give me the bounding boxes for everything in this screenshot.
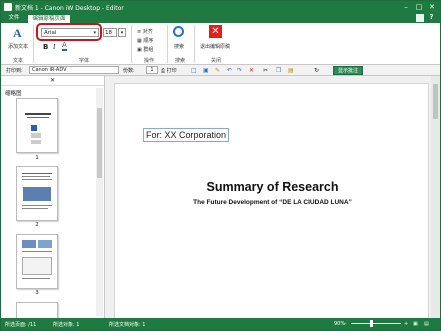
zoom-out-icon[interactable]: – bbox=[344, 321, 347, 327]
exit-icon[interactable]: ✕ bbox=[209, 25, 222, 38]
delete-icon[interactable]: ✕ bbox=[249, 67, 254, 74]
settings-icon[interactable] bbox=[416, 14, 424, 22]
status-pages: 所选页面: /11 bbox=[5, 322, 37, 328]
print-button[interactable]: ⎙ 打印 bbox=[161, 67, 177, 74]
copy-icon[interactable]: ❐ bbox=[276, 67, 281, 74]
window-title: 新文档 1 - Canon iW Desktop - Editor bbox=[15, 5, 124, 12]
group-label-close: 关闭 bbox=[211, 58, 222, 64]
divider bbox=[131, 25, 132, 63]
status-document-objects: 所选文档对象: 1 bbox=[109, 322, 146, 328]
zoom-slider-handle[interactable] bbox=[370, 320, 373, 327]
exit-edit-button[interactable]: 退出编辑原稿 bbox=[200, 43, 230, 50]
font-color-icon[interactable]: A bbox=[62, 42, 67, 51]
scroll-thumb[interactable] bbox=[97, 108, 102, 178]
app-window: 新文档 1 - Canon iW Desktop - Editor – □ ✕ … bbox=[0, 0, 441, 331]
document-page: For: XX Corporation Summary of Research … bbox=[114, 83, 429, 323]
add-text-button[interactable]: 添加文本 bbox=[8, 43, 28, 50]
page-number: 2 bbox=[35, 222, 39, 228]
import-icon[interactable]: □ bbox=[191, 67, 197, 74]
align-button[interactable]: ≡ 对齐 bbox=[137, 28, 153, 35]
edit-icon[interactable]: ✎ bbox=[215, 67, 220, 74]
thumbnail-page-4[interactable] bbox=[16, 302, 58, 318]
search-icon[interactable] bbox=[173, 26, 184, 37]
close-button[interactable]: ✕ bbox=[426, 2, 438, 12]
bold-icon[interactable]: B bbox=[43, 43, 48, 51]
page-number: 3 bbox=[35, 290, 39, 296]
minimize-button[interactable]: – bbox=[400, 2, 412, 12]
title-bar: 新文档 1 - Canon iW Desktop - Editor – □ ✕ bbox=[1, 1, 440, 13]
copies-label: 份数: bbox=[123, 68, 135, 74]
ribbon-tab-bar: 文件 编辑原稿页面 ? bbox=[1, 13, 440, 23]
close-pane-icon[interactable]: ✕ bbox=[50, 77, 55, 84]
help-icon[interactable]: ? bbox=[427, 13, 436, 22]
document-scrollbar[interactable] bbox=[431, 76, 440, 318]
font-size-input[interactable]: 18 bbox=[103, 28, 117, 37]
status-bar: 所选页面: /11 所选对象: 1 所选文档对象: 1 90% – + ▣ ▤ bbox=[1, 318, 440, 330]
maximize-button[interactable]: □ bbox=[413, 2, 425, 12]
zoom-slider[interactable] bbox=[351, 323, 401, 324]
show-note-button[interactable]: 显示批注 bbox=[333, 66, 363, 75]
group-label-operate: 操作 bbox=[144, 58, 155, 64]
app-icon bbox=[4, 3, 12, 11]
group-button[interactable]: ▣ 群组 bbox=[137, 46, 153, 53]
printer-select[interactable]: Canon iR-ADV bbox=[29, 66, 119, 74]
status-selected: 所选对象: 1 bbox=[53, 322, 80, 328]
rotate-icon[interactable]: ↻ bbox=[314, 67, 319, 74]
cut-icon[interactable]: ✂ bbox=[263, 67, 268, 74]
quick-toolbar: 打印到: Canon iR-ADV 份数: 1 ⎙ 打印 □ ▣ ✎ ↶ ↷ ✕… bbox=[1, 65, 440, 76]
search-button[interactable]: 搜索 bbox=[174, 43, 184, 50]
italic-icon[interactable]: I bbox=[53, 43, 55, 51]
group-label-search: 搜索 bbox=[175, 58, 186, 64]
copies-input[interactable]: 1 bbox=[146, 66, 158, 74]
undo-icon[interactable]: ↶ bbox=[227, 67, 232, 74]
thumbnail-pane: ✕ 缩略图 1 2 3 bbox=[1, 76, 105, 318]
page-number: 1 bbox=[35, 155, 39, 161]
ribbon: A 添加文本 Arial ▾ 18 ▾ B I A ≡ 对齐 ▦ 顺序 ▣ 群组 … bbox=[1, 23, 440, 65]
divider bbox=[167, 25, 168, 63]
tab-file[interactable]: 文件 bbox=[5, 14, 23, 23]
redo-icon[interactable]: ↷ bbox=[237, 67, 242, 74]
thumbnail-page-1[interactable] bbox=[16, 98, 58, 153]
scroll-thumb[interactable] bbox=[433, 84, 438, 119]
fit-page-icon[interactable]: ▣ bbox=[413, 321, 418, 327]
group-label-font: 字体 bbox=[79, 58, 90, 64]
print-to-label: 打印到: bbox=[6, 68, 23, 74]
tab-edit-original[interactable]: 编辑原稿页面 bbox=[27, 14, 71, 23]
fit-width-icon[interactable]: ▤ bbox=[424, 321, 429, 327]
thumbnail-label: 缩略图 bbox=[5, 91, 22, 97]
add-text-icon[interactable]: A bbox=[13, 26, 22, 41]
thumbnail-header: ✕ bbox=[1, 76, 104, 86]
thumbnail-page-3[interactable] bbox=[16, 234, 58, 289]
order-button[interactable]: ▦ 顺序 bbox=[137, 37, 153, 44]
highlight-box bbox=[36, 23, 102, 41]
save-icon[interactable]: ▣ bbox=[203, 67, 209, 74]
font-size-dropdown[interactable]: ▾ bbox=[118, 28, 126, 37]
zoom-in-icon[interactable]: + bbox=[404, 321, 408, 327]
text-box-for[interactable]: For: XX Corporation bbox=[143, 128, 229, 142]
document-area: For: XX Corporation Summary of Research … bbox=[105, 76, 440, 323]
paste-icon[interactable]: ▤ bbox=[288, 67, 294, 74]
thumbnail-page-2[interactable] bbox=[16, 166, 58, 221]
document-subtitle: The Future Development of “DE LA CIUDAD … bbox=[193, 199, 352, 206]
divider bbox=[194, 25, 195, 63]
group-label-text: 文本 bbox=[13, 58, 24, 64]
thumbnail-scrollbar[interactable] bbox=[96, 88, 103, 316]
divider bbox=[33, 25, 34, 63]
document-title: Summary of Research bbox=[206, 180, 339, 194]
